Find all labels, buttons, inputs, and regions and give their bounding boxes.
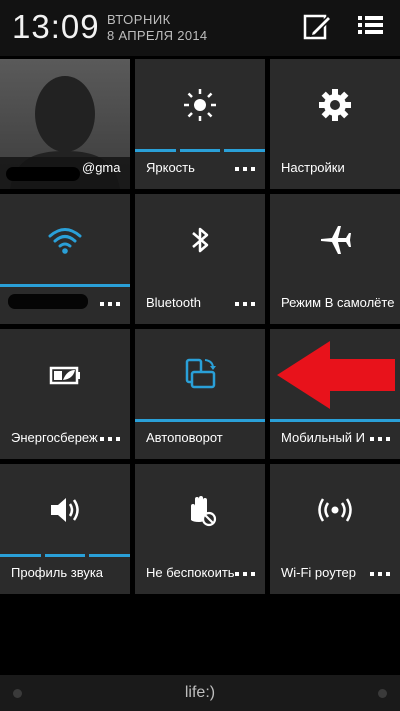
tile-label-brightness: Яркость	[146, 160, 195, 175]
bottom-bar: life:)	[0, 675, 400, 711]
tile-label-sound-profile: Профиль звука	[11, 565, 104, 580]
airplane-icon	[321, 226, 351, 254]
red-arrow-icon	[277, 341, 395, 409]
tile-contact[interactable]: @gma	[0, 59, 130, 189]
tile-label-wifi-hotspot: Wi-Fi роутер	[281, 565, 357, 580]
more-options-button[interactable]	[100, 437, 120, 441]
tile-settings[interactable]: Настройки	[270, 59, 400, 189]
dot-right-icon	[378, 689, 387, 698]
brightness-level-2	[180, 149, 220, 152]
tile-power-saver[interactable]: Энергосбереж	[0, 329, 130, 459]
brightness-level-1	[135, 149, 176, 152]
tile-label-contact: @gma	[82, 160, 121, 175]
tile-label-bluetooth: Bluetooth	[146, 295, 201, 310]
gear-icon	[319, 89, 351, 121]
redacted-scribble	[8, 294, 88, 309]
auto-rotate-active-bar	[135, 419, 265, 422]
tile-brightness[interactable]: Яркость	[135, 59, 265, 189]
date: 8 АПРЕЛЯ 2014	[107, 28, 208, 43]
tile-sound-profile[interactable]: Профиль звука	[0, 464, 130, 594]
more-options-button[interactable]	[100, 302, 120, 306]
tile-mobile-data[interactable]: Мобильный И	[270, 329, 400, 459]
tile-label-do-not-disturb: Не беспокоить	[146, 565, 235, 580]
tile-airplane-mode[interactable]: Режим В самолёте	[270, 194, 400, 324]
tile-wifi[interactable]	[0, 194, 130, 324]
more-options-button[interactable]	[235, 167, 255, 171]
tile-label-settings: Настройки	[281, 160, 345, 175]
tile-bluetooth[interactable]: Bluetooth	[135, 194, 265, 324]
tile-wifi-hotspot[interactable]: Wi-Fi роутер	[270, 464, 400, 594]
battery-saver-icon	[49, 366, 80, 385]
wifi-hotspot-icon	[318, 498, 352, 522]
weekday: ВТОРНИК	[107, 12, 171, 27]
do-not-disturb-icon	[191, 496, 217, 527]
tile-label-auto-rotate: Автоповорот	[146, 430, 223, 445]
carrier-name: life:)	[184, 684, 216, 701]
auto-rotate-icon	[185, 358, 216, 389]
bluetooth-icon	[192, 227, 209, 253]
more-options-button[interactable]	[370, 437, 390, 441]
status-header: 13:09 ВТОРНИК 8 АПРЕЛЯ 2014	[0, 0, 400, 56]
edit-icon	[303, 14, 333, 40]
wifi-active-bar	[0, 284, 130, 287]
tile-auto-rotate[interactable]: Автоповорот	[135, 329, 265, 459]
list-menu-icon	[358, 16, 383, 34]
edit-button[interactable]	[300, 10, 334, 44]
sound-level-2	[45, 554, 85, 557]
wifi-icon	[48, 228, 82, 254]
menu-button[interactable]	[356, 10, 390, 44]
more-options-button[interactable]	[370, 572, 390, 576]
brightness-level-3	[224, 149, 265, 152]
more-options-button[interactable]	[235, 572, 255, 576]
clock-time: 13:09	[12, 8, 100, 45]
volume-icon	[51, 498, 79, 522]
redacted-scribble	[6, 167, 80, 181]
tile-do-not-disturb[interactable]: Не беспокоить	[135, 464, 265, 594]
sound-level-1	[0, 554, 41, 557]
sound-level-3	[89, 554, 130, 557]
tile-label-power-saver: Энергосбереж	[11, 430, 98, 445]
brightness-icon	[184, 89, 216, 121]
tile-label-mobile-data: Мобильный И	[281, 430, 366, 445]
mobile-data-active-bar	[270, 419, 400, 422]
more-options-button[interactable]	[235, 302, 255, 306]
tile-label-airplane: Режим В самолёте	[281, 295, 395, 310]
